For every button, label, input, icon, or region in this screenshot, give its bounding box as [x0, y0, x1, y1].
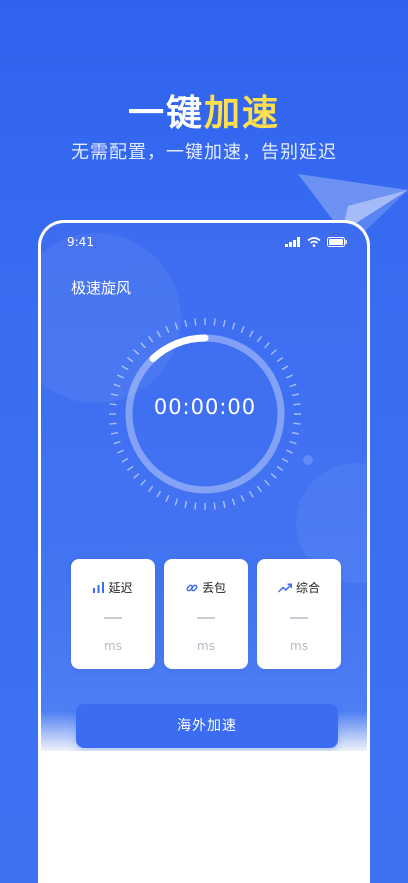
stat-value-placeholder — [104, 617, 122, 619]
trend-up-icon — [277, 582, 292, 593]
dial-tick — [286, 449, 293, 454]
dial-tick — [222, 319, 226, 328]
stat-label: 丢包 — [201, 581, 226, 595]
stat-unit: ms — [290, 639, 308, 653]
stat-value-placeholder — [197, 617, 215, 619]
dial-tick — [222, 500, 226, 509]
dial-tick — [264, 479, 270, 486]
battery-icon — [327, 237, 347, 247]
promo-headline: 一键加速 — [0, 84, 408, 136]
dial-tick — [140, 342, 146, 349]
dial-tick — [126, 465, 134, 471]
dial-tick — [113, 383, 121, 388]
dial-tick — [270, 349, 277, 355]
status-time: 9:41 — [67, 235, 94, 249]
dial-tick — [174, 322, 179, 330]
dial-tick — [281, 365, 289, 371]
dial-tick — [113, 440, 121, 445]
dial-tick — [117, 449, 124, 454]
dial-tick — [293, 422, 301, 425]
dial-tick — [148, 485, 154, 493]
dial-tick — [289, 440, 297, 445]
dial-tick — [184, 319, 188, 328]
dial-tick — [156, 330, 162, 338]
dial-tick — [165, 495, 170, 502]
dial-progress-arc — [149, 334, 209, 363]
dial-tick — [117, 374, 124, 379]
bar-chart-icon — [93, 582, 105, 593]
promo-subtitle: 无需配置，一键加速，告别延迟 — [71, 142, 337, 163]
dial-tick — [213, 318, 216, 326]
dial-tick — [231, 498, 236, 506]
dial-tick — [156, 490, 162, 498]
stat-unit: ms — [197, 639, 215, 653]
dial-tick — [240, 495, 245, 502]
stat-value-placeholder — [290, 617, 308, 619]
dial-tick — [291, 431, 300, 435]
stat-unit: ms — [104, 639, 122, 653]
decor-dot — [303, 455, 313, 465]
dial-tick — [248, 490, 254, 498]
stat-card-packet-loss: 丢包 ms — [164, 559, 248, 669]
dial-tick — [121, 457, 129, 463]
stats-cards: 延迟 ms 丢包 ms 综合 ms — [71, 559, 341, 669]
dial-tick — [126, 357, 134, 363]
app-title: 极速旋风 — [71, 279, 132, 297]
headline-part1: 一键 — [127, 93, 204, 134]
dial-tick — [231, 322, 236, 330]
dial-tick — [133, 349, 140, 355]
dial-tick — [140, 479, 146, 486]
overseas-boost-button[interactable]: 海外加速 — [76, 704, 338, 748]
dial-tick — [256, 485, 262, 493]
status-icons — [285, 237, 347, 247]
stat-label: 综合 — [295, 581, 320, 595]
dial-tick — [256, 335, 262, 343]
timer-display: 00:00:00 — [153, 395, 257, 419]
status-bar: 9:41 — [67, 235, 347, 251]
dial-tick — [270, 473, 277, 479]
dial-tick — [121, 365, 129, 371]
dial-tick — [133, 473, 140, 479]
stat-label: 延迟 — [108, 581, 133, 595]
link-icon — [186, 584, 198, 591]
dial-tick — [286, 374, 293, 379]
dial-tick — [213, 502, 216, 510]
stat-card-latency: 延迟 ms — [71, 559, 155, 669]
dial-tick — [184, 500, 188, 509]
dial-tick — [109, 422, 117, 425]
dial-tick — [281, 457, 289, 463]
stat-card-overall: 综合 ms — [257, 559, 341, 669]
wifi-icon — [307, 237, 321, 247]
dial-tick — [276, 357, 284, 363]
signal-icon — [285, 237, 300, 247]
dial-tick — [165, 326, 170, 333]
dial-tick — [248, 330, 254, 338]
dial-tick — [264, 342, 270, 349]
app-screen: 9:41 极速旋风 00:00:00 延迟 ms 丢包 ms 综合 ms 海外加… — [41, 223, 367, 883]
dial-tick — [194, 502, 197, 510]
dial-tick — [110, 431, 119, 435]
dial-tick — [240, 326, 245, 333]
dial-tick — [276, 465, 284, 471]
dial-tick — [148, 335, 154, 343]
dial-tick — [194, 318, 197, 326]
dial-tick — [289, 383, 297, 388]
dial-tick — [174, 498, 179, 506]
phone-mockup: 9:41 极速旋风 00:00:00 延迟 ms 丢包 ms 综合 ms 海外加… — [38, 220, 370, 883]
headline-part2: 加速 — [204, 93, 281, 134]
tab-bar — [41, 751, 367, 883]
